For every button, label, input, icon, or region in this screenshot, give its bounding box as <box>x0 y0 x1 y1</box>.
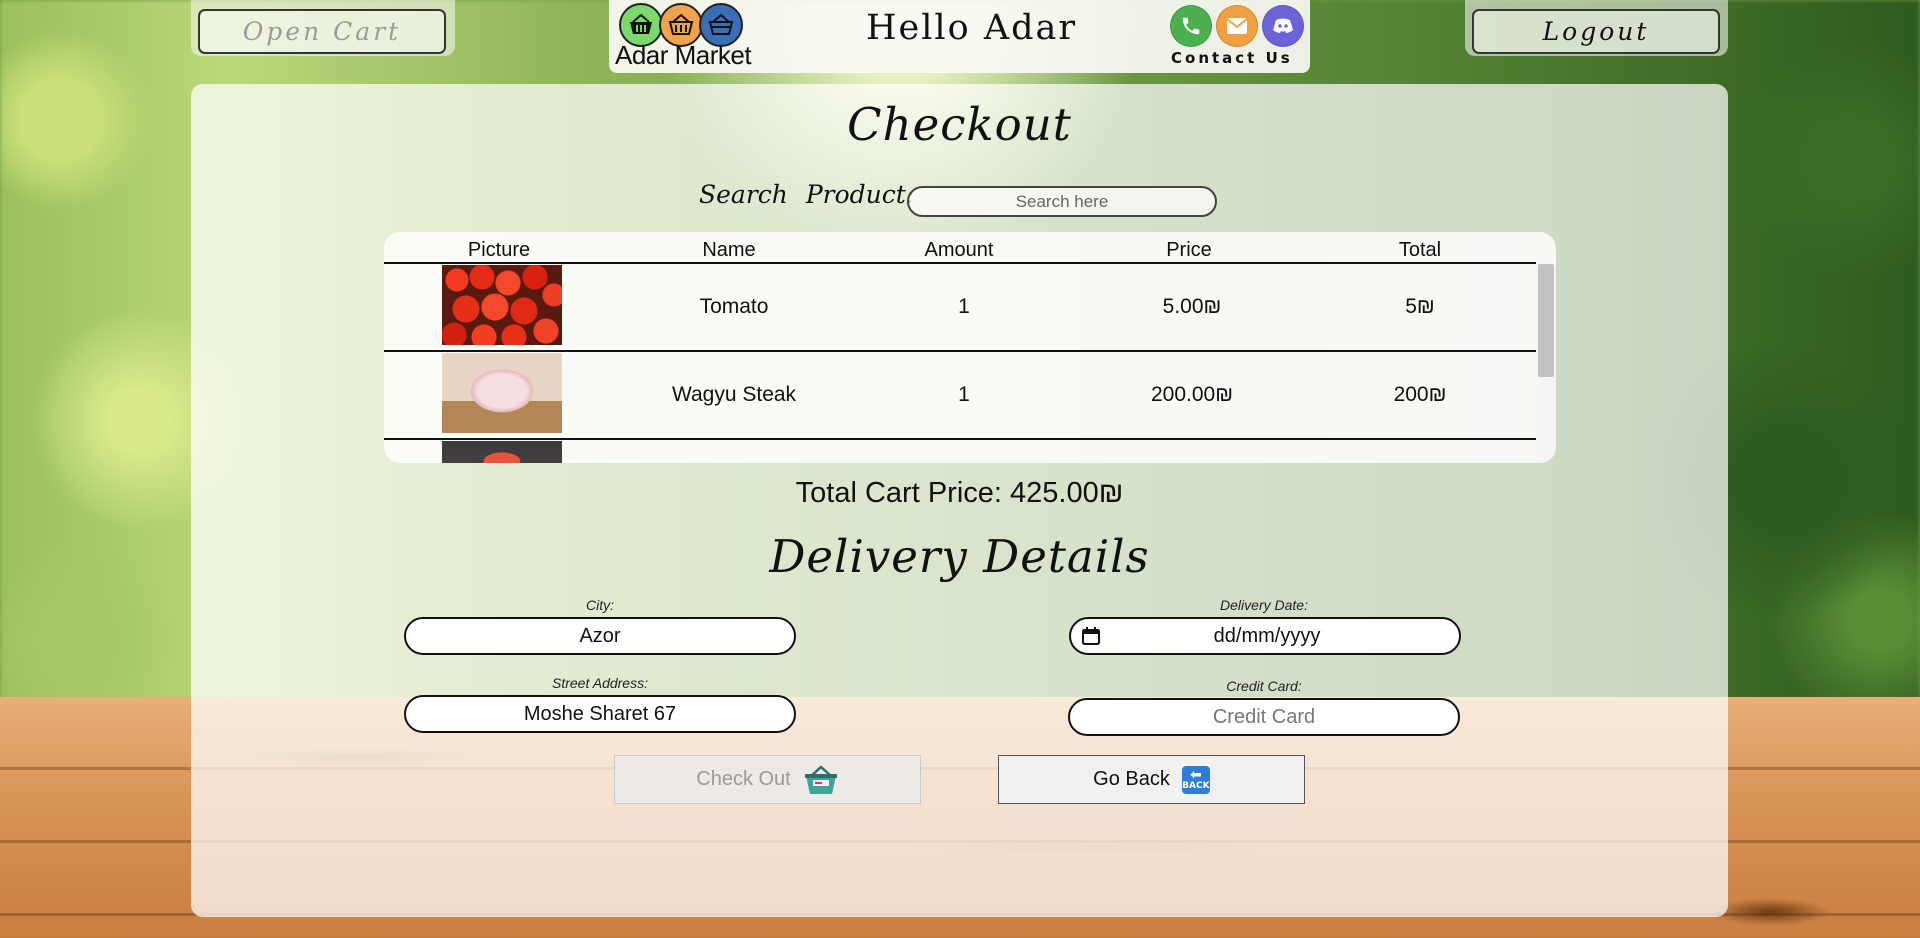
product-price: 200.00₪ <box>1150 383 1234 406</box>
delivery-date-label: Delivery Date: <box>1220 597 1308 613</box>
checkout-title: Checkout <box>847 98 1072 151</box>
table-header: Picture Name Amount Price Total <box>384 232 1536 264</box>
mail-icon[interactable] <box>1216 5 1258 47</box>
total-cart-price: Total Cart Price: 425.00₪ <box>795 477 1124 509</box>
header-right-panel: Logout <box>1465 0 1728 56</box>
wagyu-steak-image <box>442 353 562 433</box>
city-field[interactable]: Azor <box>404 617 796 655</box>
column-header-picture: Picture <box>467 239 531 261</box>
contact-icons <box>1170 5 1304 47</box>
column-header-amount: Amount <box>924 239 994 261</box>
product-name: Wagyu Steak <box>671 383 797 406</box>
column-header-name: Name <box>702 239 756 261</box>
scrollbar-thumb[interactable] <box>1538 264 1554 377</box>
header-center-panel: Adar Market Hello Adar Contact Us <box>609 0 1310 73</box>
go-back-label: Go Back <box>1093 768 1170 790</box>
city-label: City: <box>586 597 614 613</box>
table-body: Tomato 1 5.00₪ 5₪ Wagyu Steak 1 200.00₪ … <box>384 264 1536 463</box>
open-cart-button[interactable]: Open Cart <box>198 9 446 54</box>
calendar-icon[interactable] <box>1082 627 1100 645</box>
brand-name: Adar Market <box>615 40 752 70</box>
street-address-field[interactable]: Moshe Sharet 67 <box>404 695 796 733</box>
product-total: 200₪ <box>1393 383 1447 406</box>
product-amount: 1 <box>958 383 970 406</box>
discord-icon[interactable] <box>1262 5 1304 47</box>
delivery-date-field[interactable]: dd/mm/yyyy <box>1069 617 1461 655</box>
check-out-label: Check Out <box>696 768 791 790</box>
credit-card-field[interactable]: Credit Card <box>1068 698 1460 736</box>
delivery-details-title: Delivery Details <box>769 530 1150 583</box>
go-back-button[interactable]: Go Back ⬅ BACK <box>998 755 1305 804</box>
table-row: Tomato 1 5.00₪ 5₪ <box>384 264 1536 352</box>
product-name: Tomato <box>699 295 769 318</box>
tomato-image <box>442 265 562 345</box>
shopping-basket-icon <box>804 764 837 794</box>
search-label: Search Product: <box>699 180 915 209</box>
search-input[interactable] <box>907 186 1217 217</box>
logout-button[interactable]: Logout <box>1472 9 1720 54</box>
product-image <box>442 441 562 463</box>
greeting: Hello Adar <box>866 8 1078 48</box>
column-header-total: Total <box>1398 239 1442 261</box>
table-scrollbar[interactable] <box>1536 264 1556 463</box>
checkout-panel: Checkout Search Product: Picture Name Am… <box>191 84 1728 917</box>
header-left-panel: Open Cart <box>191 0 455 56</box>
product-price: 5.00₪ <box>1162 295 1222 318</box>
table-row: Wagyu Steak 1 200.00₪ 200₪ <box>384 352 1536 440</box>
column-header-price: Price <box>1166 239 1212 261</box>
phone-icon[interactable] <box>1170 5 1212 47</box>
back-arrow-icon: ⬅ BACK <box>1181 765 1210 794</box>
product-amount: 1 <box>958 295 970 318</box>
contact-us-label: Contact Us <box>1171 49 1293 67</box>
delivery-date-value: dd/mm/yyyy <box>1213 624 1321 647</box>
cart-table: Picture Name Amount Price Total Tomato 1… <box>384 232 1556 463</box>
check-out-button[interactable]: Check Out <box>614 755 921 804</box>
credit-card-label: Credit Card: <box>1226 678 1302 694</box>
street-address-label: Street Address: <box>552 675 648 691</box>
product-total: 5₪ <box>1405 295 1435 318</box>
table-row <box>384 440 1536 463</box>
